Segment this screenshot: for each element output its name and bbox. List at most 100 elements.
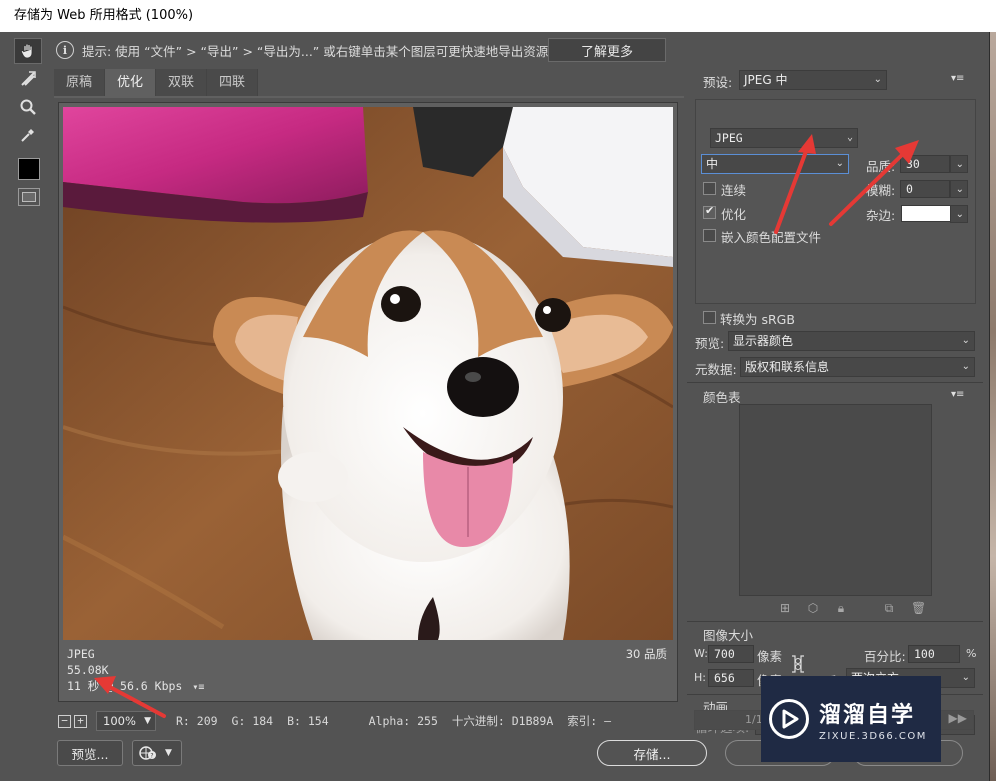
chevron-down-icon: ▼ <box>144 716 151 726</box>
tab-4-up[interactable]: 四联 <box>207 69 259 97</box>
chevron-down-icon: ⌄ <box>846 132 853 143</box>
format-select[interactable]: JPEG ⌄ <box>710 128 858 148</box>
color-table-title: 颜色表 <box>703 390 741 405</box>
preset-select[interactable]: JPEG 中 ⌄ <box>739 70 887 90</box>
chevron-down-icon: ⌄ <box>961 335 970 346</box>
zoom-in-button[interactable]: + <box>74 714 87 728</box>
convert-srgb-checkbox[interactable] <box>703 311 716 324</box>
toggle-slices-visibility-icon[interactable] <box>18 188 40 206</box>
preview-mode-label: 预览: <box>695 336 725 351</box>
width-input[interactable]: 700 <box>708 645 754 663</box>
quality-input[interactable]: 30 <box>900 155 950 173</box>
watermark-logo: 溜溜自学 ZIXUE.3D66.COM <box>761 676 941 762</box>
divider <box>687 382 983 383</box>
tab-optimized[interactable]: 优化 <box>105 69 157 97</box>
lock-icon[interactable]: 🔒︎ <box>835 601 847 616</box>
settings-menu-icon[interactable]: ▾≡ <box>951 73 964 84</box>
pixel-blue-value: B: 154 <box>287 714 329 728</box>
preview-mode-select[interactable]: 显示器颜色 ⌄ <box>728 331 975 351</box>
preset-value: JPEG 中 <box>744 73 788 87</box>
format-value: JPEG <box>715 131 743 145</box>
tab-original[interactable]: 原稿 <box>54 69 106 97</box>
pixel-red-value: R: 209 <box>176 714 218 728</box>
quality-level-value: 中 <box>706 157 719 171</box>
zoom-out-button[interactable]: − <box>58 714 71 728</box>
save-for-web-dialog: i 提示: 使用 “文件” > “导出” > “导出为...” 或右键单击某个图… <box>0 32 990 781</box>
image-preview-panel: JPEG 55.08K 11 秒 @ 56.6 Kbps ▾≡ 30 品质 <box>58 102 678 702</box>
embed-profile-checkbox[interactable] <box>703 229 716 242</box>
trash-icon[interactable]: 🗑︎ <box>911 601 926 616</box>
embed-profile-label: 嵌入颜色配置文件 <box>721 230 822 245</box>
blur-label: 模糊: <box>866 183 896 198</box>
info-download-time: 11 秒 @ 56.6 Kbps <box>67 679 183 693</box>
info-icon: i <box>56 41 74 59</box>
optimized-label: 优化 <box>721 207 747 222</box>
watermark-title: 溜溜自学 <box>819 702 916 728</box>
chevron-down-icon: ⌄ <box>835 158 844 169</box>
eyedropper-icon[interactable] <box>14 122 42 148</box>
matte-color-swatch[interactable] <box>901 205 951 222</box>
metadata-select[interactable]: 版权和联系信息 ⌄ <box>740 357 975 377</box>
view-tabs: 原稿 优化 双联 四联 <box>54 69 259 97</box>
next-frame-icon[interactable]: ▶▶ <box>949 711 967 725</box>
metadata-label: 元数据: <box>695 362 737 377</box>
pixel-alpha-value: Alpha: 255 <box>368 714 438 728</box>
height-input[interactable]: 656 <box>708 669 754 687</box>
height-label: H: <box>694 671 706 684</box>
chevron-down-icon: ⌄ <box>955 159 964 170</box>
quality-level-select[interactable]: 中 ⌄ <box>701 154 849 174</box>
color-table-menu-icon[interactable]: ▾≡ <box>951 389 964 400</box>
web-snap-icon[interactable]: ⊞ <box>779 601 791 616</box>
percent-unit: % <box>966 647 977 660</box>
tab-2-up[interactable]: 双联 <box>156 69 208 97</box>
metadata-value: 版权和联系信息 <box>745 360 830 374</box>
progressive-checkbox[interactable] <box>703 182 716 195</box>
svg-text:?: ? <box>150 753 153 760</box>
preset-label: 预设: <box>703 75 733 90</box>
hint-text: 提示: 使用 “文件” > “导出” > “导出为...” 或右键单击某个图层可… <box>82 43 549 59</box>
browser-select-button[interactable]: ? ▼ <box>132 740 182 766</box>
optimized-checkbox[interactable] <box>703 204 716 219</box>
info-format: JPEG <box>67 647 95 661</box>
blur-input[interactable]: 0 <box>900 180 950 198</box>
matte-label: 杂边: <box>866 208 896 223</box>
cube-icon[interactable]: ⬡ <box>807 601 819 616</box>
chevron-down-icon: ⌄ <box>955 209 964 220</box>
percent-input[interactable]: 100 <box>908 645 960 663</box>
play-logo-icon <box>769 699 809 739</box>
zoom-icon[interactable] <box>14 94 42 120</box>
info-file-size: 55.08K <box>67 663 109 677</box>
matte-menu-button[interactable]: ⌄ <box>950 205 968 223</box>
chevron-down-icon: ▼ <box>165 748 172 758</box>
percent-label: 百分比: <box>864 649 906 664</box>
image-size-title: 图像大小 <box>703 628 754 643</box>
save-button[interactable]: 存储... <box>597 740 707 766</box>
preview-in-browser-button[interactable]: 预览... <box>57 740 123 766</box>
window-title: 存储为 Web 所用格式 (100%) <box>0 0 996 32</box>
slice-select-icon[interactable] <box>14 66 42 92</box>
corgi-puppy-photo[interactable] <box>63 107 673 640</box>
link-constrain-icon[interactable] <box>790 653 806 675</box>
quality-slider-button[interactable]: ⌄ <box>950 155 968 173</box>
blur-slider-button[interactable]: ⌄ <box>950 180 968 198</box>
zoom-level-value: 100% <box>103 714 136 728</box>
watermark-subtitle: ZIXUE.3D66.COM <box>819 730 927 742</box>
pixel-green-value: G: 184 <box>231 714 274 728</box>
width-label: W: <box>694 647 708 660</box>
new-color-icon[interactable]: ⧉ <box>883 601 895 616</box>
convert-srgb-label: 转换为 sRGB <box>720 312 795 327</box>
progressive-label: 连续 <box>721 183 747 198</box>
eyedropper-color-swatch[interactable] <box>18 158 40 180</box>
tab-underline <box>54 96 684 98</box>
learn-more-button[interactable]: 了解更多 <box>548 38 666 62</box>
info-quality: 30 品质 <box>625 647 667 661</box>
hand-icon[interactable] <box>14 38 42 64</box>
color-table <box>739 404 932 596</box>
color-table-toolbar: ⊞ ⬡ 🔒︎ ⧉ 🗑︎ <box>779 601 926 616</box>
tool-panel <box>14 38 46 206</box>
zoom-level-select[interactable]: 100% ▼ <box>96 711 156 731</box>
globe-help-icon: ? <box>139 746 156 760</box>
chevron-down-icon: ⌄ <box>873 74 882 85</box>
divider <box>687 621 983 622</box>
download-speed-menu-icon[interactable]: ▾≡ <box>192 680 204 696</box>
